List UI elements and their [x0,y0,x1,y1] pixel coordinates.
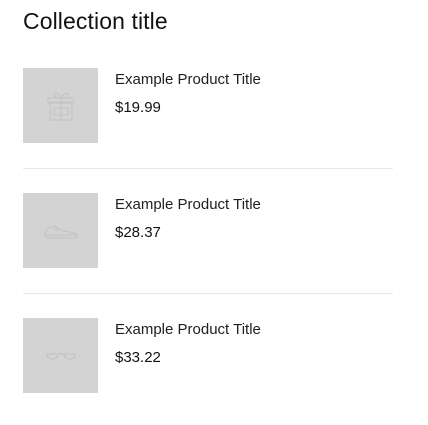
divider [23,293,393,294]
gift-icon [46,92,75,121]
product-price: $33.22 [115,349,161,366]
collection-title: Collection title [23,8,168,34]
divider [23,168,393,169]
product-info: Example Product Title $28.37 [115,193,261,242]
product-image-placeholder[interactable] [23,318,98,393]
product-title[interactable]: Example Product Title [115,196,261,214]
shoe-icon [43,224,78,239]
product-image-placeholder[interactable] [23,193,98,268]
product-title[interactable]: Example Product Title [115,321,261,339]
product-price: $28.37 [115,224,161,241]
product-info: Example Product Title $19.99 [115,68,261,117]
product-item[interactable]: Example Product Title $19.99 [23,68,393,143]
product-title[interactable]: Example Product Title [115,71,261,89]
product-item[interactable]: Example Product Title $33.22 [23,318,393,393]
sunglasses-icon [45,352,76,360]
product-item[interactable]: Example Product Title $28.37 [23,193,393,268]
product-list: Example Product Title $19.99 Example Pro… [23,68,393,393]
product-info: Example Product Title $33.22 [115,318,261,367]
product-price: $19.99 [115,99,161,116]
product-image-placeholder[interactable] [23,68,98,143]
